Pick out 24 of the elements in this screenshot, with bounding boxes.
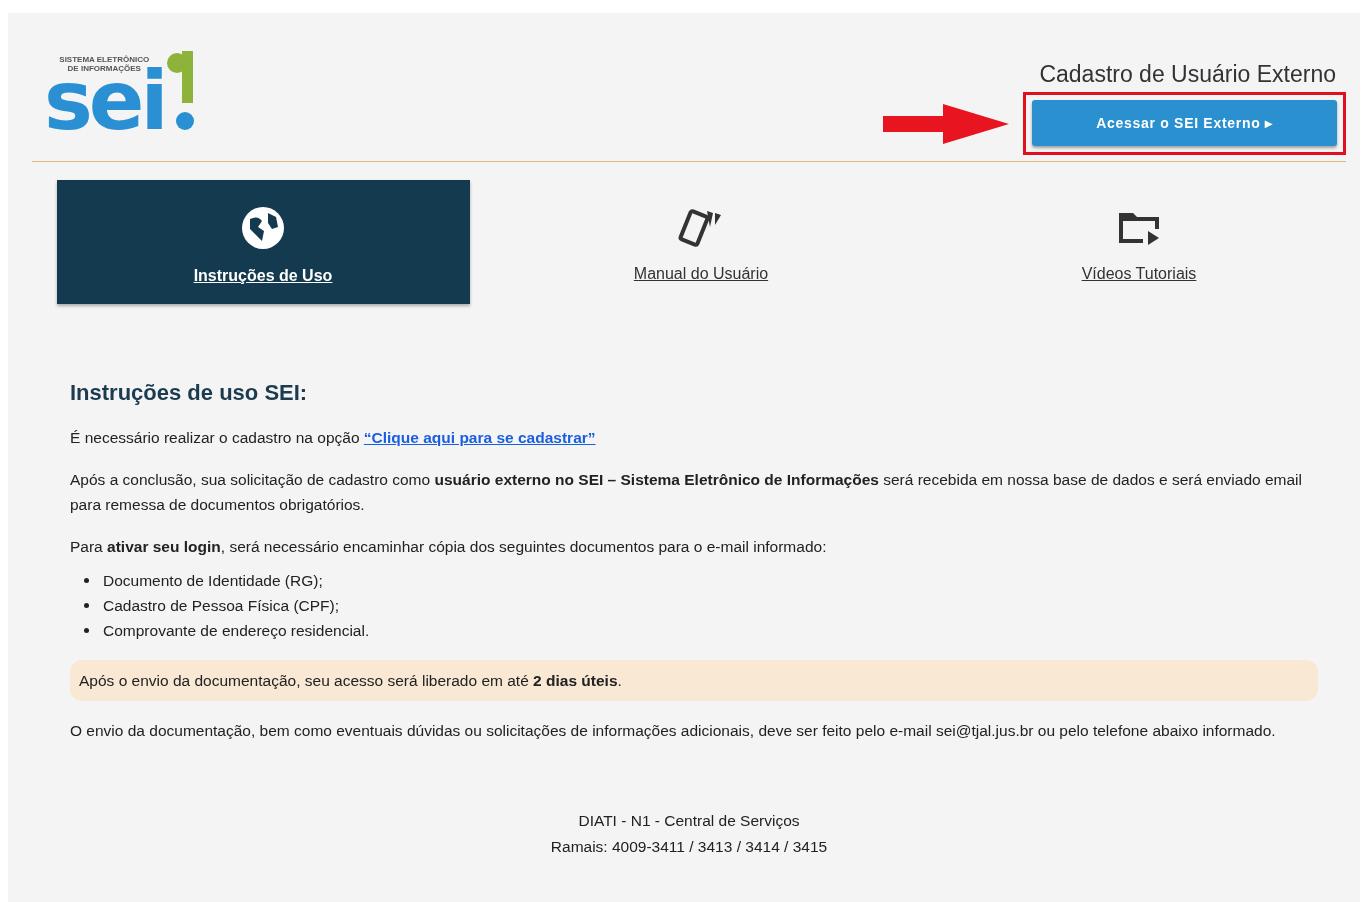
bullet-icon — [84, 628, 89, 633]
exclamation-icon — [166, 51, 195, 131]
footer-text: DIATI - N1 - Central de Serviços — [578, 811, 800, 831]
list-item: Cadastro de Pessoa Física (CPF); — [103, 596, 340, 616]
nav-tab[interactable]: Instruções de Uso — [56, 180, 470, 304]
paragraph: O envio da documentação, bem como eventuais dúvidas ou solicitações de informações adicionais, deve ser feito pelo e-mail sei@tjal.jus.br ou pelo telefone abaixo informado. — [70, 721, 1277, 741]
paragraph: Para ativar seu login, será necessário encaminhar cópia dos seguintes documentos para o e-mail informado: — [70, 537, 828, 557]
paragraph: Após a conclusão, sua solicitação de cadastro como usuário externo no SEI – Sistema Eletrônico de Informações será recebida em nossa base de dados e será enviado email para remessa de documentos obrigatórios. — [70, 470, 1303, 515]
logo-tagline: SISTEMA ELETRÔNICO — [58, 55, 151, 64]
nav-tab[interactable]: Manual do Usuário — [494, 180, 908, 304]
section-heading: Instruções de uso SEI: — [70, 380, 309, 405]
bullet-icon — [84, 578, 89, 583]
access-button[interactable]: Acessar o SEI Externo ▸ — [1032, 100, 1337, 146]
bullet-icon — [84, 603, 89, 608]
footer-text: Ramais: 4009-3411 / 3413 / 3414 / 3415 — [550, 837, 828, 857]
arrow-icon — [883, 103, 1009, 144]
globe-icon — [240, 205, 286, 251]
page-title: Cadastro de Usuário Externo — [1039, 61, 1336, 88]
register-link[interactable]: “Clique aqui para se cadastrar” — [363, 429, 596, 446]
list-item: Documento de Identidade (RG); — [103, 571, 323, 591]
notice-box: Após o envio da documentação, seu acesso será liberado em até 2 dias úteis. — [70, 660, 1318, 701]
nav-tab[interactable]: Vídeos Tutoriais — [932, 180, 1346, 304]
paragraph: É necessário realizar o cadastro na opção “Clique aqui para se cadastrar” — [70, 428, 597, 448]
list-item: Comprovante de endereço residencial. — [103, 621, 370, 641]
